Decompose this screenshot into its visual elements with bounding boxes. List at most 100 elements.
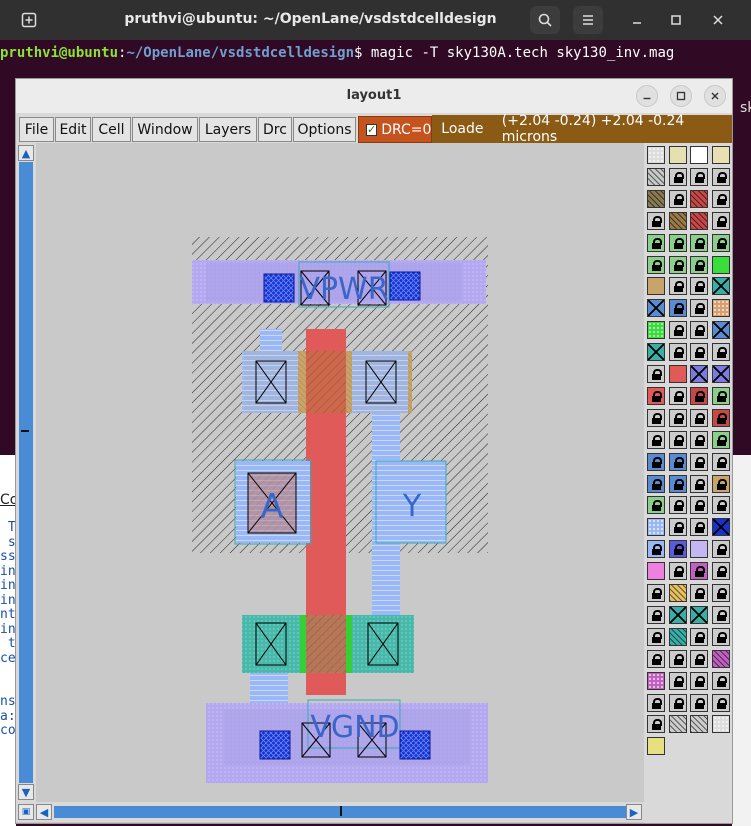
layer-palette-tile[interactable] bbox=[690, 386, 709, 405]
layer-palette-tile[interactable] bbox=[647, 496, 665, 515]
layer-palette-tile[interactable] bbox=[668, 386, 687, 405]
layer-palette-tile[interactable] bbox=[668, 233, 687, 252]
layer-palette-tile[interactable] bbox=[647, 627, 665, 646]
layer-palette-tile[interactable] bbox=[711, 277, 730, 296]
search-icon[interactable] bbox=[530, 6, 560, 34]
layer-palette-tile[interactable] bbox=[668, 277, 687, 296]
layer-palette-tile[interactable] bbox=[668, 693, 687, 712]
layer-palette-tile[interactable] bbox=[711, 299, 730, 318]
layer-palette-tile[interactable] bbox=[668, 496, 687, 515]
close-icon[interactable] bbox=[704, 85, 726, 107]
layer-palette-tile[interactable] bbox=[711, 189, 730, 208]
layer-palette-tile[interactable] bbox=[711, 255, 730, 274]
layer-palette-tile[interactable] bbox=[690, 452, 709, 471]
layer-palette-tile[interactable] bbox=[690, 649, 709, 668]
layer-palette-tile[interactable] bbox=[668, 146, 687, 164]
layer-palette-tile[interactable] bbox=[647, 277, 665, 296]
layer-palette-tile[interactable] bbox=[711, 496, 730, 515]
layer-palette-tile[interactable] bbox=[711, 518, 730, 537]
layer-palette-tile[interactable] bbox=[647, 408, 665, 427]
layer-palette-tile[interactable] bbox=[647, 233, 665, 252]
layer-palette-tile[interactable] bbox=[647, 386, 665, 405]
layer-palette-tile[interactable] bbox=[711, 321, 730, 340]
layer-palette-tile[interactable] bbox=[690, 715, 709, 734]
layer-palette-tile[interactable] bbox=[690, 430, 709, 449]
menu-file[interactable]: File bbox=[19, 117, 54, 142]
layer-palette-tile[interactable] bbox=[668, 189, 687, 208]
menu-cell[interactable]: Cell bbox=[92, 117, 131, 142]
layer-palette-tile[interactable] bbox=[690, 233, 709, 252]
layer-palette-tile[interactable] bbox=[647, 474, 665, 493]
layer-palette-tile[interactable] bbox=[647, 649, 665, 668]
layer-palette-tile[interactable] bbox=[668, 715, 687, 734]
layer-palette-tile[interactable] bbox=[711, 365, 730, 383]
scroll-up-arrow-icon[interactable]: ▲ bbox=[18, 145, 34, 161]
layer-palette-tile[interactable] bbox=[668, 562, 687, 581]
layer-palette-tile[interactable] bbox=[711, 584, 730, 602]
horizontal-scrollbar[interactable]: ▣ ◀ ▶ bbox=[16, 802, 644, 822]
layer-palette-tile[interactable] bbox=[711, 167, 730, 186]
layer-palette-tile[interactable] bbox=[711, 474, 730, 493]
layer-palette-tile[interactable] bbox=[711, 146, 730, 164]
layer-palette-tile[interactable] bbox=[668, 430, 687, 449]
layer-palette-tile[interactable] bbox=[647, 167, 665, 186]
layer-palette-tile[interactable] bbox=[647, 189, 665, 208]
layer-palette-tile[interactable] bbox=[668, 365, 687, 383]
layer-palette-tile[interactable] bbox=[647, 584, 665, 602]
layer-palette-tile[interactable] bbox=[668, 605, 687, 624]
maximize-icon[interactable] bbox=[661, 6, 691, 34]
menu-drc[interactable]: Drc bbox=[258, 117, 292, 142]
layer-palette-tile[interactable] bbox=[668, 211, 687, 230]
drc-checkbox[interactable]: ✓ bbox=[366, 123, 378, 136]
layer-palette-tile[interactable] bbox=[690, 255, 709, 274]
menu-window[interactable]: Window bbox=[132, 117, 198, 142]
layer-palette-tile[interactable] bbox=[711, 540, 730, 559]
minimize-icon[interactable] bbox=[636, 85, 658, 107]
menu-layers[interactable]: Layers bbox=[199, 117, 257, 142]
layer-palette-tile[interactable] bbox=[690, 211, 709, 230]
layer-palette-tile[interactable] bbox=[690, 408, 709, 427]
layer-palette-tile[interactable] bbox=[647, 715, 665, 734]
layer-palette-tile[interactable] bbox=[690, 627, 709, 646]
layer-palette-tile[interactable] bbox=[647, 562, 665, 581]
maximize-icon[interactable] bbox=[670, 85, 692, 107]
layer-palette-tile[interactable] bbox=[647, 299, 665, 318]
layer-palette-tile[interactable] bbox=[690, 474, 709, 493]
layer-palette-tile[interactable] bbox=[711, 605, 730, 624]
layer-palette-tile[interactable] bbox=[647, 737, 665, 756]
layer-palette-tile[interactable] bbox=[647, 518, 665, 537]
layer-palette-tile[interactable] bbox=[647, 671, 665, 690]
layer-palette-tile[interactable] bbox=[690, 167, 709, 186]
layer-palette-tile[interactable] bbox=[647, 255, 665, 274]
layer-palette-tile[interactable] bbox=[647, 321, 665, 340]
layer-palette-tile[interactable] bbox=[690, 584, 709, 602]
layer-palette-tile[interactable] bbox=[668, 452, 687, 471]
layer-palette-tile[interactable] bbox=[647, 146, 665, 164]
layer-palette-tile[interactable] bbox=[711, 211, 730, 230]
layer-palette-tile[interactable] bbox=[711, 233, 730, 252]
layer-palette-tile[interactable] bbox=[668, 167, 687, 186]
vertical-scroll-marker[interactable] bbox=[21, 430, 29, 432]
layer-palette-tile[interactable] bbox=[668, 474, 687, 493]
layer-palette-tile[interactable] bbox=[668, 408, 687, 427]
layer-palette-tile[interactable] bbox=[668, 299, 687, 318]
layer-palette-tile[interactable] bbox=[690, 365, 709, 383]
menu-options[interactable]: Options bbox=[293, 117, 356, 142]
layer-palette-tile[interactable] bbox=[690, 321, 709, 340]
layer-palette-tile[interactable] bbox=[668, 627, 687, 646]
layer-palette-tile[interactable] bbox=[647, 452, 665, 471]
layer-palette-tile[interactable] bbox=[711, 649, 730, 668]
vertical-scrollbar[interactable]: ▲ ▼ bbox=[16, 143, 36, 803]
layer-palette-tile[interactable] bbox=[690, 496, 709, 515]
menu-icon[interactable] bbox=[573, 6, 603, 34]
layer-palette-tile[interactable] bbox=[668, 518, 687, 537]
layer-palette-tile[interactable] bbox=[647, 365, 665, 383]
layer-palette-tile[interactable] bbox=[668, 343, 687, 362]
layer-palette-tile[interactable] bbox=[668, 321, 687, 340]
layer-palette-tile[interactable] bbox=[690, 540, 709, 559]
layer-palette-tile[interactable] bbox=[647, 693, 665, 712]
layer-palette-tile[interactable] bbox=[711, 671, 730, 690]
layer-palette-tile[interactable] bbox=[711, 627, 730, 646]
layer-palette-tile[interactable] bbox=[690, 343, 709, 362]
layer-palette-tile[interactable] bbox=[690, 562, 709, 581]
